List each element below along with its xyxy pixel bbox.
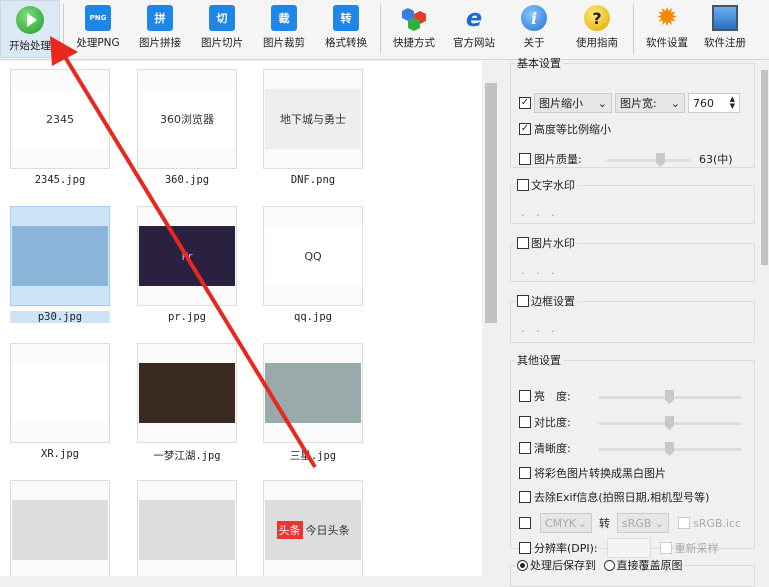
annotation-arrow (50, 36, 317, 469)
